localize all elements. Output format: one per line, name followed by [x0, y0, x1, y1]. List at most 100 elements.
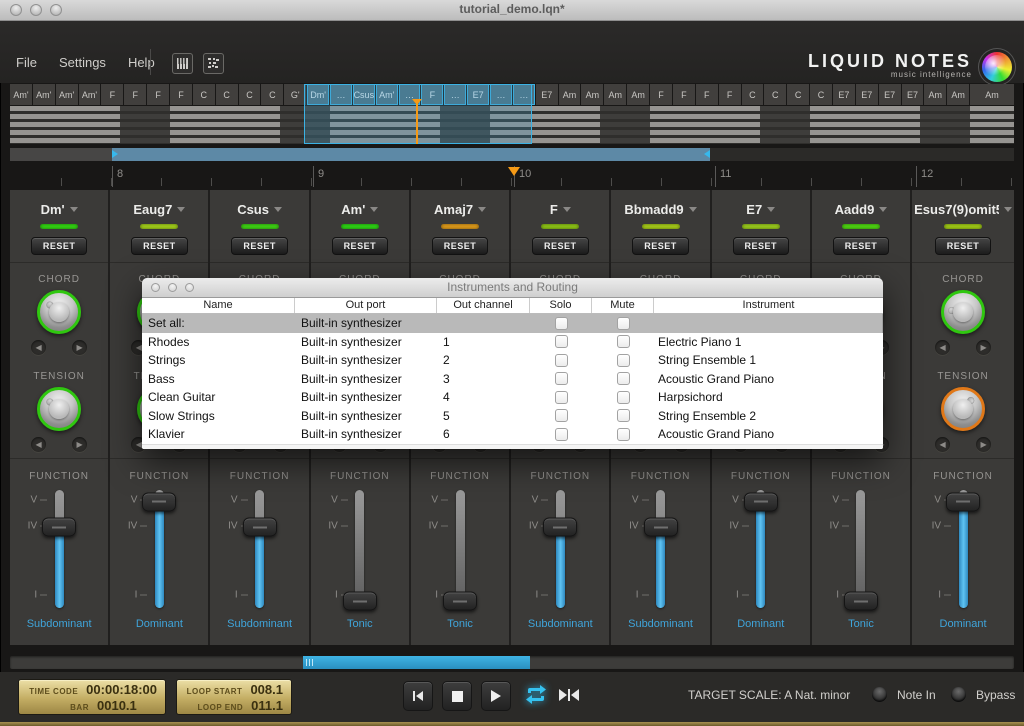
overview-chord-cell[interactable]: C: [216, 84, 238, 105]
range-start-marker-icon[interactable]: [112, 150, 118, 158]
slider-track[interactable]: [255, 490, 264, 608]
slider-track[interactable]: [456, 490, 465, 608]
overview-chord-cell[interactable]: E7: [902, 84, 924, 105]
overview-chord-cell[interactable]: F: [170, 84, 192, 105]
reset-button[interactable]: RESET: [733, 237, 790, 255]
slider-track[interactable]: [856, 490, 865, 608]
horizontal-scrollbar[interactable]: [10, 656, 1014, 669]
note-in-led[interactable]: [872, 687, 887, 702]
mute-checkbox[interactable]: [617, 391, 630, 404]
mute-checkbox[interactable]: [617, 354, 630, 367]
slider-handle[interactable]: [543, 518, 577, 537]
slider-handle[interactable]: [142, 492, 176, 511]
bar-ruler[interactable]: 89101112: [0, 166, 1024, 187]
reset-button[interactable]: RESET: [632, 237, 689, 255]
solo-checkbox[interactable]: [555, 391, 568, 404]
col-header-solo[interactable]: Solo: [530, 298, 592, 313]
row-out-channel[interactable]: 3: [437, 372, 530, 386]
overview-chord-cell[interactable]: F: [719, 84, 741, 105]
row-out-port[interactable]: Built-in synthesizer: [295, 316, 437, 330]
row-instrument[interactable]: String Ensemble 2: [654, 409, 883, 423]
mute-checkbox[interactable]: [617, 409, 630, 422]
chord-selector[interactable]: Aadd9: [835, 202, 888, 217]
matrix-editor-icon[interactable]: [203, 53, 224, 74]
overview-chord-cell[interactable]: C: [193, 84, 215, 105]
routing-table-row[interactable]: Klavier Built-in synthesizer 6 Acoustic …: [142, 425, 883, 444]
reset-button[interactable]: RESET: [332, 237, 389, 255]
row-out-port[interactable]: Built-in synthesizer: [295, 427, 437, 441]
row-out-port[interactable]: Built-in synthesizer: [295, 335, 437, 349]
row-instrument[interactable]: Acoustic Grand Piano: [654, 372, 883, 386]
row-out-channel[interactable]: 5: [437, 409, 530, 423]
menu-file[interactable]: File: [16, 55, 37, 70]
overview-chord-cell[interactable]: Am': [79, 84, 101, 105]
row-out-port[interactable]: Built-in synthesizer: [295, 409, 437, 423]
overview-playhead[interactable]: [416, 104, 418, 144]
function-slider[interactable]: V IV I: [712, 486, 810, 614]
overview-chord-cell[interactable]: E7: [536, 84, 558, 105]
overview-chord-cell[interactable]: C: [787, 84, 809, 105]
mute-checkbox[interactable]: [617, 428, 630, 441]
knob-left-arrow-button[interactable]: ◀: [31, 437, 46, 452]
reset-button[interactable]: RESET: [231, 237, 288, 255]
overview-chord-cell[interactable]: Am': [10, 84, 32, 105]
row-out-channel[interactable]: 2: [437, 353, 530, 367]
seek-view-range[interactable]: [112, 148, 710, 161]
tension-knob[interactable]: [37, 387, 81, 431]
slider-handle[interactable]: [946, 492, 980, 511]
chord-selector[interactable]: Amaj7: [434, 202, 486, 217]
routing-table-row[interactable]: Strings Built-in synthesizer 2 String En…: [142, 351, 883, 370]
knob-right-arrow-button[interactable]: ▶: [72, 340, 87, 355]
overview-chord-cell[interactable]: E7: [879, 84, 901, 105]
reset-button[interactable]: RESET: [31, 237, 88, 255]
piano-keyboard-icon[interactable]: [172, 53, 193, 74]
dialog-titlebar[interactable]: Instruments and Routing: [142, 278, 883, 298]
reset-button[interactable]: RESET: [432, 237, 489, 255]
chord-knob[interactable]: [37, 290, 81, 334]
knob-right-arrow-button[interactable]: ▶: [72, 437, 87, 452]
row-instrument[interactable]: Harpsichord: [654, 390, 883, 404]
chord-selector[interactable]: E7: [746, 202, 775, 217]
slider-handle[interactable]: [744, 492, 778, 511]
slider-track[interactable]: [556, 490, 565, 608]
overview-chord-cell[interactable]: Am': [33, 84, 55, 105]
knob-left-arrow-button[interactable]: ◀: [31, 340, 46, 355]
row-out-port[interactable]: Built-in synthesizer: [295, 390, 437, 404]
function-slider[interactable]: V IV I: [812, 486, 910, 614]
routing-table-row[interactable]: Clean Guitar Built-in synthesizer 4 Harp…: [142, 388, 883, 407]
slider-track[interactable]: [355, 490, 364, 608]
row-instrument[interactable]: String Ensemble 1: [654, 353, 883, 367]
slider-handle[interactable]: [343, 592, 377, 611]
routing-table-row[interactable]: Set all: Built-in synthesizer: [142, 314, 883, 333]
overview-chord-cell[interactable]: C: [239, 84, 261, 105]
overview-chord-cell[interactable]: F: [101, 84, 123, 105]
function-slider[interactable]: V IV I: [110, 486, 208, 614]
row-out-channel[interactable]: 1: [437, 335, 530, 349]
overview-chord-cell[interactable]: C: [810, 84, 832, 105]
overview-chord-cell[interactable]: Am: [924, 84, 946, 105]
overview-chord-cell[interactable]: F: [673, 84, 695, 105]
overview-chord-cell[interactable]: Am: [559, 84, 581, 105]
overview-chord-cell[interactable]: Am: [970, 84, 1014, 105]
solo-checkbox[interactable]: [555, 428, 568, 441]
loop-toggle-button[interactable]: [524, 685, 548, 704]
col-header-name[interactable]: Name: [142, 298, 295, 313]
knob-left-arrow-button[interactable]: ◀: [935, 340, 950, 355]
overview-chord-cell[interactable]: C: [764, 84, 786, 105]
col-header-out-port[interactable]: Out port: [295, 298, 437, 313]
chord-knob[interactable]: [941, 290, 985, 334]
solo-checkbox[interactable]: [555, 372, 568, 385]
function-slider[interactable]: V IV I: [511, 486, 609, 614]
slider-track[interactable]: [656, 490, 665, 608]
seek-bar[interactable]: [10, 148, 1014, 161]
mute-checkbox[interactable]: [617, 335, 630, 348]
row-instrument[interactable]: Acoustic Grand Piano: [654, 427, 883, 441]
chord-selector[interactable]: Dm': [41, 202, 78, 217]
overview-chord-cell[interactable]: E7: [856, 84, 878, 105]
overview-selection[interactable]: [304, 84, 532, 144]
overview-chord-cell[interactable]: F: [650, 84, 672, 105]
slider-handle[interactable]: [443, 592, 477, 611]
row-instrument[interactable]: Electric Piano 1: [654, 335, 883, 349]
mute-checkbox[interactable]: [617, 372, 630, 385]
solo-checkbox[interactable]: [555, 409, 568, 422]
